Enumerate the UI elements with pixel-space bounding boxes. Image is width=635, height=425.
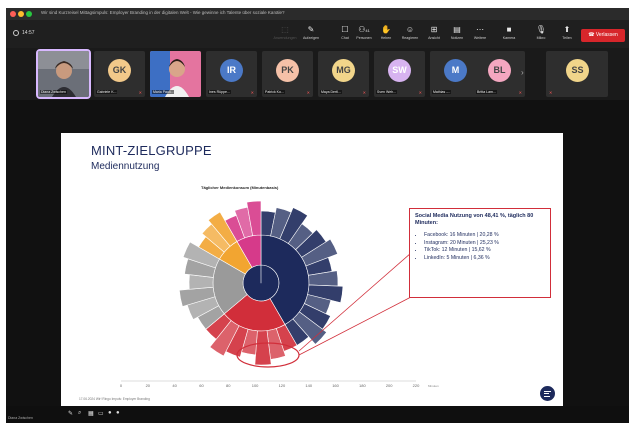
highlight-icon: ✎	[307, 25, 315, 34]
minimize-window-button[interactable]	[18, 11, 24, 17]
title-bar: Wir sind Kurzreisel Mittagsimpuls: Emplo…	[6, 8, 629, 20]
participant-name: Patrick Ko...	[264, 90, 285, 94]
avatar: SW	[388, 59, 411, 82]
participant-tile[interactable]: GK Gabriele K... ✕	[94, 51, 145, 97]
x-tick-label: 120	[279, 383, 286, 388]
options-icon[interactable]: ●	[116, 410, 120, 416]
participant-name: Diana Zwischen	[40, 90, 67, 94]
security-icon[interactable]	[13, 30, 19, 36]
avatar: BL	[488, 59, 511, 82]
callout-heading: Social Media Nutzung von 48,41 %, täglic…	[415, 213, 534, 226]
chevron-right-icon[interactable]: ›	[521, 68, 524, 77]
participant-name: Britta Lam...	[476, 90, 497, 94]
toolbar-more-button[interactable]: ⋯ Weitere	[467, 25, 493, 45]
meeting-toolbar: 14:57 ⬚ Anwendungen ✎ Aufzeigen ☐ Chat ⚇41 P…	[6, 20, 629, 48]
toolbar-highlight-button[interactable]: ✎ Aufzeigen	[298, 25, 324, 45]
participant-tile[interactable]: SS ✕	[546, 51, 608, 97]
meeting-window: Wir sind Kurzreisel Mittagsimpuls: Emplo…	[6, 8, 629, 423]
list-item: Instagram: 20 Minuten | 25,23 %	[424, 240, 545, 248]
phone-icon: ☎	[588, 32, 596, 38]
mic-muted-icon: ✕	[138, 90, 142, 95]
participant-name: Maria Pauli...	[152, 90, 175, 94]
window-title: Wir sind Kurzreisel Mittagsimpuls: Emplo…	[41, 10, 285, 15]
participant-name: Gabriele K...	[96, 90, 118, 94]
avatar: GK	[108, 59, 131, 82]
x-tick-label: 100	[252, 383, 259, 388]
toolbar-apps-button[interactable]: ⬚ Anwendungen	[272, 25, 298, 45]
mic-muted-icon: ✕	[362, 90, 366, 95]
people-count: 41	[365, 28, 370, 33]
avatar: M	[444, 59, 467, 82]
participant-tile[interactable]: Diana Zwischen	[36, 49, 91, 99]
participant-tile[interactable]: IR Ines Rüppe... ✕	[206, 51, 257, 97]
x-tick-label: 20	[146, 383, 151, 388]
mic-muted-icon: ✕	[518, 90, 522, 95]
x-tick-label: 180	[359, 383, 366, 388]
participant-tile[interactable]: Maria Pauli...	[150, 51, 201, 97]
brand-logo-icon	[540, 386, 555, 401]
participant-strip: Diana Zwischen GK Gabriele K... ✕ Maria Pa…	[6, 48, 629, 100]
x-tick-label: 60	[199, 383, 204, 388]
apps-icon: ⬚	[281, 25, 289, 34]
toolbar-raise-hand-button[interactable]: ✋ Heben	[373, 25, 399, 45]
grid-icon[interactable]: ▦	[88, 410, 94, 417]
callout-list: Facebook: 16 Minuten | 20,28 % Instagram…	[415, 232, 545, 262]
x-axis-unit: Minuten	[428, 384, 439, 388]
mic-muted-icon: ✕	[549, 90, 553, 95]
social-media-callout: Social Media Nutzung von 48,41 %, täglic…	[409, 208, 551, 298]
meeting-timer: 14:57	[22, 30, 35, 36]
participant-tile[interactable]: BL Britta Lam... ✕	[474, 51, 525, 97]
mic-muted-icon: ✕	[418, 90, 422, 95]
leave-label: Verlassen	[595, 32, 618, 38]
mic-muted-icon: ✕	[250, 90, 254, 95]
x-tick-label: 0	[120, 383, 123, 388]
mic-off-icon: 🎙	[535, 25, 547, 34]
avatar: SS	[566, 59, 589, 82]
avatar: IR	[220, 59, 243, 82]
toolbar-react-button[interactable]: ☺ Reagieren	[397, 25, 423, 45]
x-tick-label: 200	[386, 383, 393, 388]
participant-name: Sven Weh...	[376, 90, 398, 94]
leave-button[interactable]: ☎ Verlassen	[581, 29, 625, 42]
participant-tile[interactable]: PK Patrick Ko... ✕	[262, 51, 313, 97]
slide-footer: 17.06.2024 Wir! Ringo Impuls: Employer B…	[79, 397, 150, 401]
more-icon: ⋯	[476, 25, 484, 34]
screen-share-area: MINT-ZIELGRUPPE Mediennutzung Täglicher …	[6, 100, 629, 408]
pen-icon[interactable]: ✎	[68, 410, 73, 417]
camera-off-icon: ■	[506, 25, 512, 34]
toolbar-share-button[interactable]: ⬆ Teilen	[554, 25, 580, 45]
record-icon[interactable]: ●	[108, 410, 112, 416]
slides-icon[interactable]: ▭	[98, 410, 104, 417]
toolbar-camera-button[interactable]: ■ Kamera	[496, 25, 522, 45]
participant-name: Mathias -...	[432, 90, 452, 94]
avatar: PK	[276, 59, 299, 82]
presentation-slide: MINT-ZIELGRUPPE Mediennutzung Täglicher …	[61, 133, 563, 408]
list-item: TikTok: 12 Minuten | 15,62 %	[424, 247, 545, 255]
list-item: LinkedIn: 5 Minuten | 6,36 %	[424, 255, 545, 263]
annotation-toolbar: Diana Zwischen ✎ ⌕ ▦ ▭ ● ●	[6, 406, 629, 423]
share-icon: ⬆	[563, 25, 571, 34]
raise-hand-icon: ✋	[381, 25, 391, 34]
x-tick-label: 220	[413, 383, 420, 388]
list-item: Facebook: 16 Minuten | 20,28 %	[424, 232, 545, 240]
toolbar-mic-button[interactable]: 🎙 Mikro	[528, 25, 554, 45]
x-tick-label: 40	[172, 383, 177, 388]
participant-tile[interactable]: SW Sven Weh... ✕	[374, 51, 425, 97]
participant-name: Ines Rüppe...	[208, 90, 231, 94]
avatar: MG	[332, 59, 355, 82]
x-tick-label: 140	[305, 383, 312, 388]
x-tick-label: 160	[332, 383, 339, 388]
x-tick-label: 80	[226, 383, 231, 388]
react-icon: ☺	[405, 25, 415, 34]
close-window-button[interactable]	[10, 11, 16, 17]
participant-name: Maya Dertl...	[320, 90, 342, 94]
mic-muted-icon: ✕	[306, 90, 310, 95]
zoom-icon[interactable]: ⌕	[78, 410, 81, 417]
active-speaker-name: Diana Zwischen	[8, 416, 33, 420]
participant-tile[interactable]: MG Maya Dertl... ✕	[318, 51, 369, 97]
maximize-window-button[interactable]	[26, 11, 32, 17]
